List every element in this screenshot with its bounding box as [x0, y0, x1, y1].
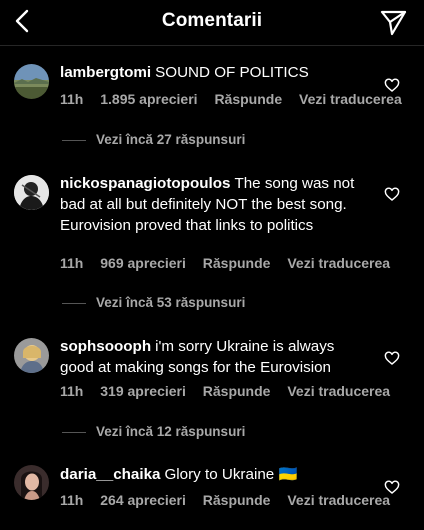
paper-plane-icon [380, 10, 407, 36]
divider-line [62, 431, 86, 433]
likes-count[interactable]: 319 aprecieri [100, 383, 186, 399]
share-button[interactable] [378, 7, 408, 37]
likes-count[interactable]: 969 aprecieri [100, 255, 186, 271]
reply-button[interactable]: Răspunde [203, 492, 271, 508]
page-title: Comentarii [161, 10, 263, 31]
avatar[interactable] [14, 338, 49, 373]
comment-time: 11h [60, 91, 84, 107]
avatar[interactable] [14, 175, 49, 210]
view-more-replies[interactable]: Vezi încă 12 răspunsuri [62, 424, 245, 439]
avatar[interactable] [14, 64, 49, 99]
comment-body: SOUND OF POLITICS [155, 64, 309, 81]
view-more-replies-label: Vezi încă 27 răspunsuri [96, 132, 246, 147]
comment-time: 11h [60, 492, 84, 508]
comment-meta: 11h 264 aprecieri Răspunde Vezi traducer… [60, 492, 403, 508]
heart-icon [384, 480, 400, 494]
reply-button[interactable]: Răspunde [203, 255, 271, 271]
like-button[interactable] [384, 350, 400, 366]
comment-text: sophsoooph i'm sorry Ukraine is always go… [60, 336, 370, 378]
divider-line [62, 302, 86, 304]
ukraine-flag-icon: 🇺🇦 [278, 466, 298, 483]
heart-icon [384, 78, 400, 92]
likes-count[interactable]: 1.895 aprecieri [100, 91, 197, 107]
view-more-replies-label: Vezi încă 12 răspunsuri [96, 424, 246, 439]
reply-button[interactable]: Răspunde [203, 383, 271, 399]
top-bar: Comentarii [0, 0, 424, 46]
comment-time: 11h [60, 383, 84, 399]
like-button[interactable] [384, 186, 400, 202]
translate-button[interactable]: Vezi traducerea [299, 91, 402, 107]
heart-icon [384, 351, 400, 365]
comment-body: Glory to Ukraine [164, 466, 275, 483]
comment-time: 11h [60, 255, 84, 271]
comment-text: daria__chaika Glory to Ukraine 🇺🇦 [60, 464, 370, 485]
like-button[interactable] [384, 77, 400, 93]
like-button[interactable] [384, 479, 400, 495]
comment-text: lambergtomi SOUND OF POLITICS [60, 62, 370, 83]
reply-button[interactable]: Răspunde [214, 91, 282, 107]
comment-username[interactable]: lambergtomi [60, 64, 151, 81]
comment-meta: 11h 969 aprecieri Răspunde Vezi traducer… [60, 255, 403, 271]
heart-icon [384, 187, 400, 201]
comment-username[interactable]: daria__chaika [60, 466, 160, 483]
view-more-replies-label: Vezi încă 53 răspunsuri [96, 295, 246, 310]
likes-count[interactable]: 264 aprecieri [100, 492, 186, 508]
avatar[interactable] [14, 465, 49, 500]
translate-button[interactable]: Vezi traducerea [287, 492, 390, 508]
view-more-replies[interactable]: Vezi încă 53 răspunsuri [62, 295, 245, 310]
translate-button[interactable]: Vezi traducerea [287, 383, 390, 399]
comment-username[interactable]: sophsoooph [60, 338, 151, 355]
translate-button[interactable]: Vezi traducerea [287, 255, 390, 271]
comment-username[interactable]: nickospanagiotopoulos [60, 175, 230, 192]
view-more-replies[interactable]: Vezi încă 27 răspunsuri [62, 132, 245, 147]
comment-meta: 11h 1.895 aprecieri Răspunde Vezi traduc… [60, 91, 415, 107]
comment-meta: 11h 319 aprecieri Răspunde Vezi traducer… [60, 383, 403, 399]
comment-text: nickospanagiotopoulos The song was not ba… [60, 173, 370, 236]
divider-line [62, 139, 86, 141]
